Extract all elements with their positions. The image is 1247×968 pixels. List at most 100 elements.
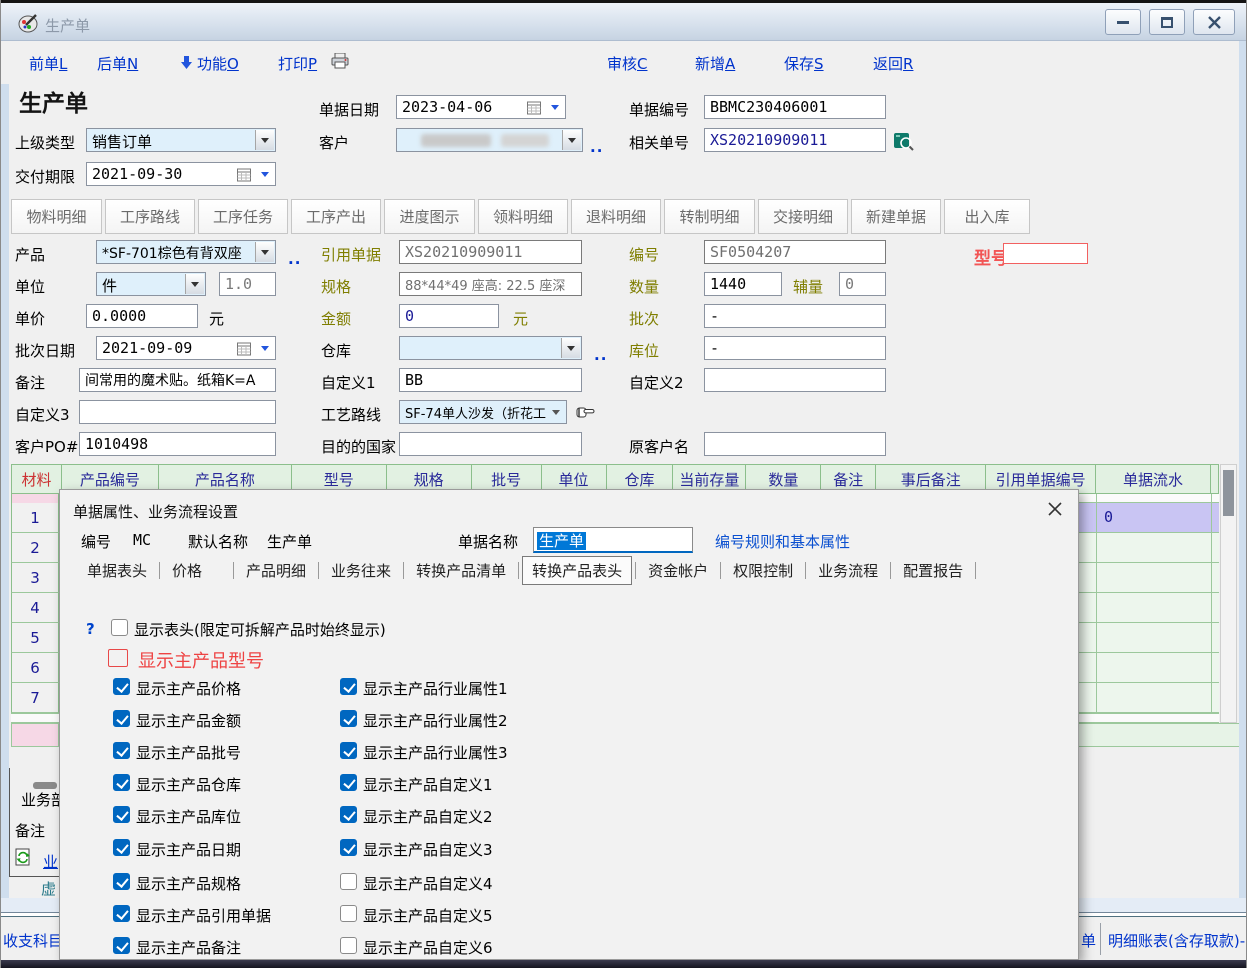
toolbar-add[interactable]: 新增A <box>695 53 735 74</box>
dialog-tab-convert-header[interactable]: 转换产品表头 <box>522 556 632 585</box>
toolbar-return[interactable]: 返回R <box>873 53 913 74</box>
calendar-icon[interactable] <box>527 101 541 115</box>
maximize-button[interactable] <box>1149 9 1185 35</box>
opt-refdoc-checkbox[interactable] <box>113 905 130 922</box>
tab-process-task[interactable]: 工序任务 <box>198 199 288 234</box>
row-number[interactable]: 4 <box>11 593 59 623</box>
product-dropdown[interactable] <box>255 242 274 262</box>
warehouse-combo[interactable] <box>399 336 582 360</box>
row-number[interactable]: 1 <box>11 503 59 533</box>
unit-dropdown[interactable] <box>185 274 204 294</box>
customer-dropdown[interactable] <box>562 130 581 150</box>
tab-new-doc[interactable]: 新建单据 <box>851 199 941 234</box>
tab-picking-detail[interactable]: 领料明细 <box>478 199 568 234</box>
spec-input[interactable] <box>399 272 582 296</box>
minimize-button[interactable] <box>1105 9 1141 35</box>
batch-date-input[interactable]: 2021-09-09 <box>96 336 276 360</box>
splitter-handle[interactable] <box>33 782 57 789</box>
doc-refresh-icon[interactable] <box>15 848 32 867</box>
parent-type-combo[interactable]: 销售订单 <box>86 128 276 152</box>
calendar-icon[interactable] <box>237 342 251 356</box>
tab-progress-chart[interactable]: 进度图示 <box>384 199 475 234</box>
show-model-checkbox[interactable] <box>108 649 128 667</box>
dialog-tab-business[interactable]: 业务往来 <box>322 557 400 584</box>
tab-return-detail[interactable]: 退料明细 <box>571 199 661 234</box>
column-header-doc-flow[interactable]: 单据流水 <box>1096 465 1211 493</box>
product-code-input[interactable] <box>704 240 886 264</box>
product-combo[interactable]: *SF-701棕色有背双座 <box>96 240 276 264</box>
toolbar-prev[interactable]: 前单L <box>29 53 67 74</box>
tab-process-route[interactable]: 工序路线 <box>105 199 195 234</box>
toolbar-print[interactable]: 打印P <box>278 53 317 74</box>
model-input[interactable] <box>1003 243 1088 264</box>
doc-date-dropdown[interactable] <box>545 97 564 117</box>
opt-custom6-checkbox[interactable] <box>340 937 357 954</box>
toolbar-audit[interactable]: 审核C <box>607 53 648 74</box>
note-input[interactable] <box>79 368 276 392</box>
customer-more-button[interactable]: .. <box>590 138 603 156</box>
custom3-input[interactable] <box>79 400 276 424</box>
printer-icon[interactable] <box>331 53 349 69</box>
tab-handover-detail[interactable]: 交接明细 <box>758 199 848 234</box>
ref-doc-input[interactable] <box>399 240 582 264</box>
tab-material-detail[interactable]: 物料明细 <box>11 199 102 234</box>
toolbar-function[interactable]: 功能O <box>197 53 239 74</box>
doc-no-input[interactable] <box>704 95 886 119</box>
custom2-input[interactable] <box>704 368 886 392</box>
bottom-link-accounts[interactable]: 收支科目 <box>3 930 63 951</box>
customer-po-input[interactable] <box>79 432 276 456</box>
doc-date-input[interactable]: 2023-04-06 <box>396 95 566 119</box>
opt-custom2-checkbox[interactable] <box>340 806 357 823</box>
opt-attr3-checkbox[interactable] <box>340 742 357 759</box>
calendar-icon[interactable] <box>237 168 251 182</box>
unit-combo[interactable]: 件 <box>96 272 206 296</box>
deadline-input[interactable]: 2021-09-30 <box>86 162 276 186</box>
warehouse-more-button[interactable]: .. <box>594 346 607 364</box>
opt-attr1-checkbox[interactable] <box>340 678 357 695</box>
row-number[interactable]: 5 <box>11 623 59 653</box>
product-more-button[interactable]: .. <box>288 250 301 268</box>
lookup-icon[interactable] <box>894 131 914 151</box>
dialog-tab-convert-list[interactable]: 转换产品清单 <box>407 557 515 584</box>
dialog-tab-workflow[interactable]: 业务流程 <box>809 557 887 584</box>
opt-price-checkbox[interactable] <box>113 678 130 695</box>
related-no-input[interactable] <box>704 128 886 152</box>
tab-process-output[interactable]: 工序产出 <box>291 199 381 234</box>
qty-input[interactable] <box>704 272 782 296</box>
toolbar-next[interactable]: 后单N <box>97 53 138 74</box>
opt-date-checkbox[interactable] <box>113 839 130 856</box>
dialog-rules-link[interactable]: 编号规则和基本属性 <box>715 531 850 552</box>
orig-customer-input[interactable] <box>704 432 886 456</box>
price-input[interactable] <box>86 304 198 328</box>
dialog-tab-report-config[interactable]: 配置报告 <box>894 557 972 584</box>
customer-combo[interactable] <box>396 128 583 152</box>
dialog-tab-doc-header[interactable]: 单据表头 <box>78 557 156 584</box>
opt-custom4-checkbox[interactable] <box>340 873 357 890</box>
opt-amount-checkbox[interactable] <box>113 710 130 727</box>
dialog-tab-product-detail[interactable]: 产品明细 <box>237 557 315 584</box>
row-number[interactable]: 2 <box>11 533 59 563</box>
route-dropdown[interactable] <box>546 402 565 422</box>
dialog-tab-permission[interactable]: 权限控制 <box>724 557 802 584</box>
help-mark[interactable]: ? <box>86 620 95 638</box>
close-button[interactable] <box>1193 9 1235 35</box>
parent-type-dropdown[interactable] <box>255 130 274 150</box>
bottom-link-detail-report[interactable]: 明细账表(含存取款)- <box>1108 930 1245 951</box>
opt-attr2-checkbox[interactable] <box>340 710 357 727</box>
column-header-material[interactable]: 材料 <box>12 465 62 493</box>
amount-input[interactable] <box>399 304 499 328</box>
opt-custom3-checkbox[interactable] <box>340 839 357 856</box>
opt-note-checkbox[interactable] <box>113 937 130 954</box>
warehouse-dropdown[interactable] <box>561 338 580 358</box>
dialog-tab-fund-account[interactable]: 资金帐户 <box>639 557 717 584</box>
opt-warehouse-checkbox[interactable] <box>113 774 130 791</box>
batch-date-dropdown[interactable] <box>255 338 274 358</box>
dest-country-input[interactable] <box>399 432 582 456</box>
dialog-doc-name-input[interactable]: 生产单 <box>533 527 693 553</box>
grid-scrollbar-thumb[interactable] <box>1223 470 1234 516</box>
tab-transfer-detail[interactable]: 转制明细 <box>664 199 755 234</box>
route-combo[interactable]: SF-74单人沙发（折花工 <box>399 400 567 424</box>
dialog-tab-price[interactable]: 价格 <box>163 557 230 584</box>
row-number[interactable]: 6 <box>11 653 59 683</box>
tab-in-out-stock[interactable]: 出入库 <box>944 199 1030 234</box>
